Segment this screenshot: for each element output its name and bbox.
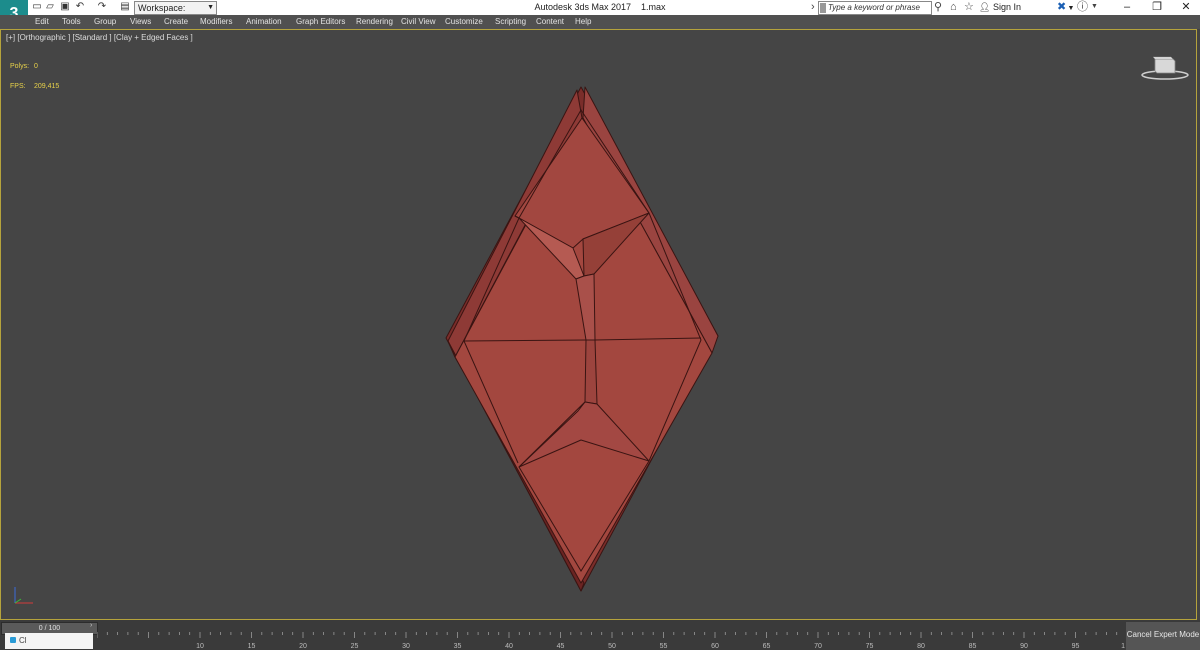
- ruler-label: 30: [402, 643, 410, 650]
- exchange-apps-icon[interactable]: ✖: [1057, 1, 1066, 13]
- ruler-label: 40: [505, 643, 513, 650]
- ruler-label: 35: [454, 643, 462, 650]
- polys-value: 0: [34, 63, 38, 70]
- search-placeholder: Type a keyword or phrase: [828, 3, 920, 12]
- favorites-star-icon[interactable]: ☆: [964, 1, 974, 13]
- restore-button[interactable]: ❐: [1142, 0, 1172, 15]
- ruler-label: 20: [299, 643, 307, 650]
- ruler-label: 85: [969, 643, 977, 650]
- ruler-label: 45: [557, 643, 565, 650]
- ruler-label: 100: [1121, 643, 1125, 650]
- fps-stat: FPS: 209,415: [10, 83, 59, 90]
- viewcube-icon[interactable]: [1141, 55, 1189, 81]
- ruler-label: 25: [351, 643, 359, 650]
- menu-customize[interactable]: Customize: [445, 15, 483, 29]
- user-icon: 👤︎: [979, 2, 991, 12]
- menu-tools[interactable]: Tools: [62, 15, 81, 29]
- binoculars-icon[interactable]: ⚲: [934, 1, 942, 13]
- search-arrow-icon[interactable]: ›: [811, 1, 815, 13]
- menu-bar: Edit Tools Group Views Create Modifiers Animat…: [0, 15, 1200, 29]
- time-next-icon[interactable]: ›: [90, 622, 96, 633]
- search-field-icon: [820, 2, 826, 13]
- app-name: Autodesk 3ds Max 2017: [534, 2, 632, 12]
- undo-icon[interactable]: ↶: [75, 1, 85, 13]
- ruler-label: 50: [608, 643, 616, 650]
- fps-label: FPS:: [10, 83, 26, 90]
- redo-icon[interactable]: ↷: [97, 1, 107, 13]
- menu-edit[interactable]: Edit: [35, 15, 49, 29]
- fps-value: 209,415: [34, 83, 60, 90]
- ruler-label: 90: [1020, 643, 1028, 650]
- menu-help[interactable]: Help: [575, 15, 591, 29]
- subscription-icon[interactable]: ⌂: [950, 1, 957, 13]
- menu-civil-view[interactable]: Civil View: [401, 15, 436, 29]
- close-button[interactable]: ✕: [1171, 0, 1200, 15]
- help-icon[interactable]: ⓘ: [1077, 1, 1088, 13]
- search-input[interactable]: Type a keyword or phrase: [818, 1, 932, 15]
- menu-modifiers[interactable]: Modifiers: [200, 15, 232, 29]
- cancel-expert-mode-button[interactable]: Cancel Expert Mode: [1126, 622, 1200, 650]
- mesh-object[interactable]: [1, 30, 1198, 621]
- title-bar: ▭ ▱ ▣ ↶ ↷ ▤ Workspace: Default ▼ Autodes…: [0, 0, 1200, 25]
- viewport[interactable]: [+] [Orthographic ] [Standard ] [Clay + …: [0, 29, 1197, 620]
- menu-animation[interactable]: Animation: [246, 15, 282, 29]
- ruler-label: 75: [866, 643, 874, 650]
- menu-group[interactable]: Group: [94, 15, 116, 29]
- viewport-label[interactable]: [+] [Orthographic ] [Standard ] [Clay + …: [6, 33, 193, 42]
- new-file-icon[interactable]: ▭: [32, 1, 42, 13]
- ruler-label: 95: [1072, 643, 1080, 650]
- save-icon[interactable]: ▣: [60, 1, 70, 13]
- ruler-label: 65: [763, 643, 771, 650]
- polys-stat: Polys: 0: [10, 63, 38, 70]
- app-taskbar-icon: [10, 637, 16, 643]
- axis-tripod-icon: [14, 587, 33, 604]
- minimize-button[interactable]: –: [1112, 0, 1142, 15]
- ruler-label: 80: [917, 643, 925, 650]
- chevron-down-icon: ▼: [207, 4, 214, 11]
- polys-label: Polys:: [10, 63, 30, 70]
- project-folder-icon[interactable]: ▤: [120, 1, 130, 13]
- sign-in-label: Sign In: [992, 2, 1021, 12]
- menu-scripting[interactable]: Scripting: [495, 15, 526, 29]
- ruler-label: 10: [196, 643, 204, 650]
- menu-graph-editors[interactable]: Graph Editors: [296, 15, 345, 29]
- help-chevron-down-icon[interactable]: ▼: [1091, 1, 1098, 13]
- taskbar-item[interactable]: Cl: [5, 633, 93, 649]
- menu-views[interactable]: Views: [130, 15, 151, 29]
- ruler-label: 60: [711, 643, 719, 650]
- chevron-down-icon: ▼: [1067, 5, 1075, 12]
- timeline-bar: 0 / 100 › 10 15 20 25 30 35 40 45 50 55 60 65 70 75 80…: [0, 620, 1200, 650]
- menu-rendering[interactable]: Rendering: [356, 15, 393, 29]
- ruler-label: 15: [248, 643, 256, 650]
- menu-create[interactable]: Create: [164, 15, 188, 29]
- ruler-label: 55: [660, 643, 668, 650]
- menu-content[interactable]: Content: [536, 15, 564, 29]
- taskbar-item-label: Cl: [19, 636, 27, 645]
- file-name: 1.max: [641, 2, 666, 12]
- workspace-dropdown[interactable]: Workspace: Default ▼: [134, 1, 217, 25]
- open-file-icon[interactable]: ▱: [45, 1, 55, 13]
- ruler-label: 70: [814, 643, 822, 650]
- frame-ruler[interactable]: 10 15 20 25 30 35 40 45 50 55 60 65 70 75 80 85 90 95 100: [97, 632, 1125, 650]
